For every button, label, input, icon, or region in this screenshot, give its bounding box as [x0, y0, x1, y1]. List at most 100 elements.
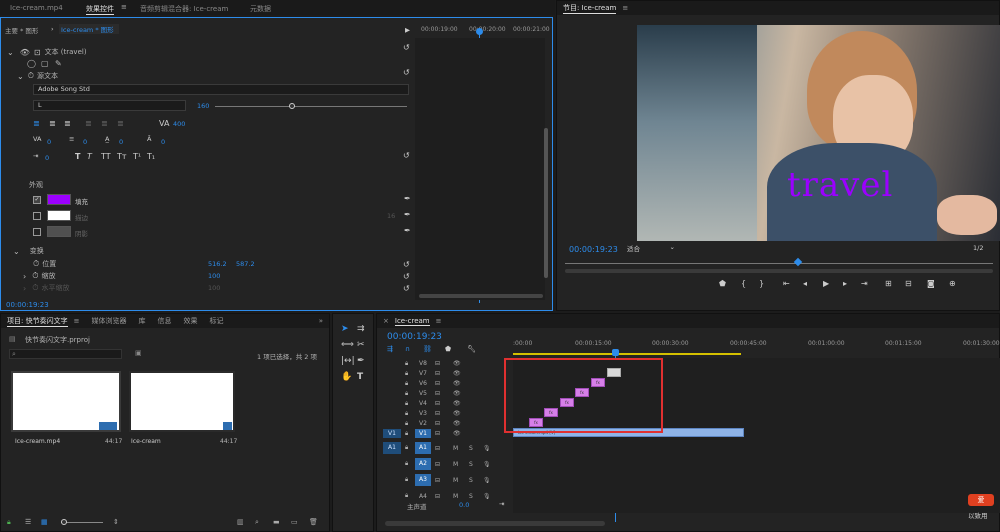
master-label[interactable]: 主要 * 图形	[5, 25, 38, 35]
faux-bold-icon[interactable]: T	[75, 152, 80, 161]
go-to-end-icon[interactable]: ⇥	[499, 500, 504, 508]
microphone-icon[interactable]: 🎙︎	[483, 493, 491, 500]
justify-icon[interactable]: ≣	[85, 119, 92, 128]
sync-lock-icon[interactable]: ⊟	[435, 380, 440, 387]
solo-button[interactable]: S	[469, 493, 473, 500]
snap-icon[interactable]: ∩	[405, 345, 410, 353]
search-input[interactable]: ⌕	[9, 349, 122, 359]
track-header-a2[interactable]: 🔒︎ A2 ⊟ M S 🎙︎	[377, 456, 512, 472]
position-x-value[interactable]: 516.2	[208, 260, 227, 268]
source-tab[interactable]: Ice-cream.mp4	[10, 4, 63, 12]
solo-button[interactable]: S	[469, 461, 473, 468]
media-item-name[interactable]: Ice-cream.mp4	[15, 438, 60, 445]
sort-icon[interactable]: ⇕	[113, 518, 119, 526]
microphone-icon[interactable]: 🎙︎	[483, 445, 491, 452]
tab-effect-controls[interactable]: 效果控件	[86, 4, 114, 15]
chevron-right-icon[interactable]: ›	[23, 284, 26, 293]
scale-value[interactable]: 100	[208, 272, 220, 280]
eye-icon[interactable]: 👁	[453, 420, 461, 427]
menu-icon[interactable]: ≡	[622, 4, 628, 12]
chevron-down-icon[interactable]: ⌄	[13, 247, 20, 256]
button-editor-icon[interactable]: ⊕	[949, 279, 956, 288]
source-patch-a1[interactable]: A1	[383, 442, 401, 454]
eye-icon[interactable]: 👁	[453, 360, 461, 367]
ec-scrollbar[interactable]	[544, 128, 548, 278]
track-target-a1[interactable]: A1	[415, 442, 431, 454]
track-header-v1[interactable]: V1 🔒︎ V1 ⊟ 👁	[377, 428, 512, 439]
lock-icon[interactable]: 🔒︎	[405, 476, 408, 484]
sync-lock-icon[interactable]: ⊟	[435, 400, 440, 407]
scale-width-value[interactable]: 100	[208, 284, 220, 292]
play-icon[interactable]: ▶	[823, 279, 829, 288]
justify-all-icon[interactable]: ≣	[117, 119, 124, 128]
stopwatch-icon[interactable]: ⏱	[33, 259, 39, 269]
font-size-slider-handle[interactable]	[289, 103, 295, 109]
lock-icon[interactable]: 🔒︎	[405, 492, 408, 500]
lock-icon[interactable]: 🔒︎	[405, 430, 408, 438]
tracking-value[interactable]: 400	[173, 120, 185, 128]
hand-tool-icon[interactable]: ✋	[341, 372, 352, 382]
selection-tool-icon[interactable]: ➤	[341, 324, 349, 334]
new-bin-icon[interactable]: ▬	[273, 518, 280, 526]
timeline-ruler[interactable]: :00:00 00:00:15:00 00:00:30:00 00:00:45:…	[513, 338, 1000, 356]
stroke-swatch[interactable]	[47, 210, 71, 221]
eye-icon[interactable]: 👁	[453, 380, 461, 387]
lock-icon[interactable]: 🔒︎	[405, 400, 408, 408]
stopwatch-icon[interactable]: ⏱	[28, 71, 34, 81]
sync-lock-icon[interactable]: ⊟	[435, 477, 440, 484]
sync-lock-icon[interactable]: ⊟	[435, 493, 440, 500]
sync-lock-icon[interactable]: ⊟	[435, 430, 440, 437]
step-back-icon[interactable]: ◂	[803, 279, 807, 288]
eye-icon[interactable]: 👁	[453, 390, 461, 397]
new-item-icon[interactable]: ▭	[291, 518, 298, 526]
icon-view-icon[interactable]: ▦	[41, 518, 48, 526]
shadow-swatch[interactable]	[47, 226, 71, 237]
timeline-tab[interactable]: Ice-cream	[394, 317, 430, 326]
sequence-item-name[interactable]: Ice-cream	[131, 438, 161, 445]
track-target-v1[interactable]: V1	[415, 429, 431, 438]
position-y-value[interactable]: 587.2	[236, 260, 255, 268]
nest-icon[interactable]: ⇶	[387, 345, 393, 353]
ec-timecode[interactable]: 00:00:19:23	[6, 301, 49, 309]
font-dropdown[interactable]: Adobe Song Std	[33, 84, 409, 95]
chevron-down-icon[interactable]: ⌄	[7, 48, 14, 57]
track-select-tool-icon[interactable]: ⇉	[357, 324, 365, 334]
sync-lock-icon[interactable]: ⊟	[435, 445, 440, 452]
sync-lock-icon[interactable]: ⊟	[435, 461, 440, 468]
razor-tool-icon[interactable]: ✂	[357, 340, 365, 350]
settings-icon[interactable]: 🔧︎	[467, 345, 476, 353]
mark-out-icon[interactable]: }	[759, 279, 764, 288]
mute-button[interactable]: M	[453, 445, 458, 452]
text-layer-row[interactable]: ⌄ 👁 ⊡ 文本 (travel)	[7, 46, 87, 58]
microphone-icon[interactable]: 🎙︎	[483, 477, 491, 484]
eye-icon[interactable]: 👁	[453, 370, 461, 377]
more-tabs-icon[interactable]: »	[319, 317, 323, 325]
eyedropper-icon[interactable]: ✒	[404, 226, 411, 235]
work-area-bar[interactable]	[513, 353, 741, 355]
baseline-value[interactable]: 0	[119, 138, 123, 146]
step-forward-icon[interactable]: ▸	[843, 279, 847, 288]
source-patch-v1[interactable]: V1	[383, 429, 401, 438]
eye-icon[interactable]: 👁	[453, 400, 461, 407]
sync-lock-icon[interactable]: ⊟	[435, 370, 440, 377]
transform-row[interactable]: ⌄ 变换	[13, 245, 44, 257]
sequence-thumbnail[interactable]	[129, 371, 235, 432]
automate-icon[interactable]: ▥	[237, 518, 244, 526]
ec-zoom-bar[interactable]	[419, 294, 543, 298]
tab-project[interactable]: 项目: 快节奏闪文字	[7, 316, 68, 327]
track-header-a1[interactable]: A1 🔒︎ A1 ⊟ M S 🎙︎	[377, 440, 512, 456]
timeline-playhead-handle[interactable]	[612, 349, 619, 356]
find-icon[interactable]: ⌕	[255, 518, 259, 527]
lock-icon[interactable]: 🔒︎	[405, 360, 408, 368]
menu-icon[interactable]: ≡	[74, 317, 80, 325]
tab-info[interactable]: 信息	[157, 316, 171, 326]
program-playhead-marker[interactable]	[793, 257, 803, 267]
track-header-a3[interactable]: 🔒︎ A3 ⊟ M S 🎙︎	[377, 472, 512, 488]
solo-button[interactable]: S	[469, 445, 473, 452]
rectangle-mask-icon[interactable]: ▢	[41, 59, 49, 68]
resolution-value[interactable]: 1/2	[973, 244, 983, 252]
add-marker-icon[interactable]: ⬟	[445, 345, 451, 353]
microphone-icon[interactable]: 🎙︎	[483, 461, 491, 468]
reset-icon[interactable]: ↺	[403, 272, 410, 281]
tab-metadata[interactable]: 元数据	[250, 4, 271, 14]
